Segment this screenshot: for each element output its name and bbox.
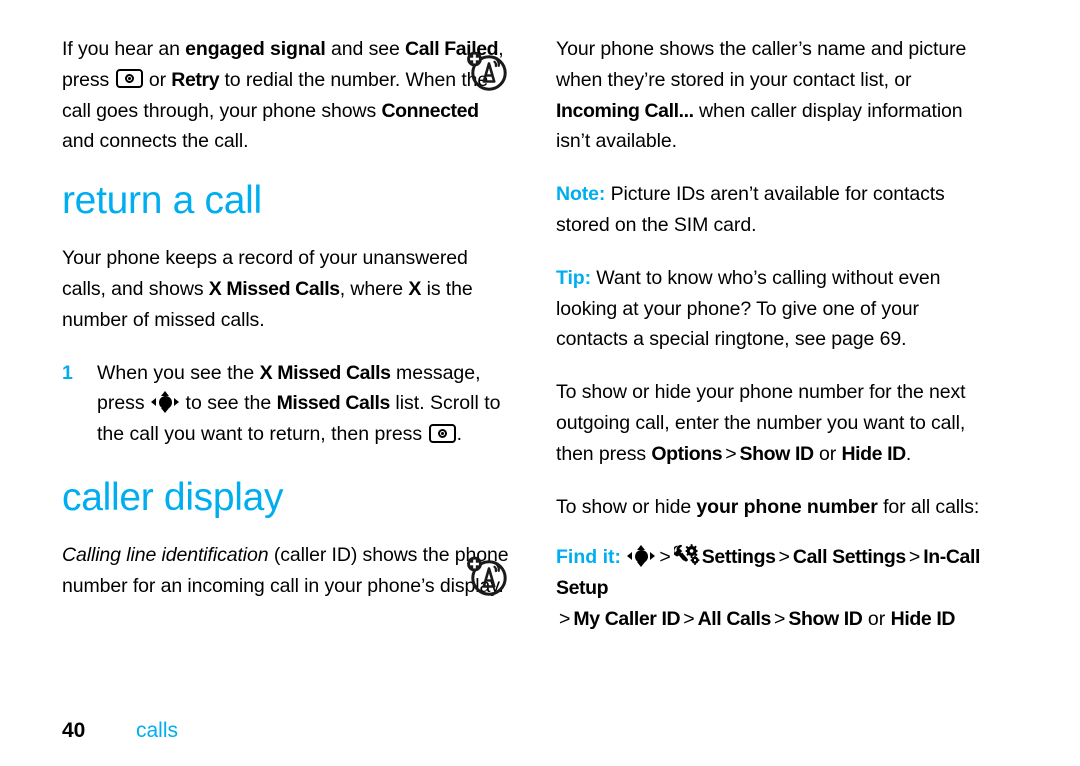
text-run: If you hear an	[62, 38, 186, 60]
right-column: Your phone shows the caller’s name and p…	[556, 34, 996, 635]
tip-text: Want to know who’s calling without even …	[556, 266, 941, 351]
network-feature-icon	[463, 553, 509, 599]
paragraph-note: Note: Picture IDs aren’t available for c…	[556, 179, 996, 241]
text-run: or	[143, 68, 172, 91]
menu-separator: >	[725, 442, 737, 465]
settings-wrench-gear-icon	[673, 544, 700, 566]
text-run: and connects the call.	[62, 130, 249, 153]
heading-return-a-call: return a call	[62, 179, 262, 223]
arrow-right-icon	[650, 552, 656, 561]
navigation-key-icon	[151, 391, 180, 414]
nav-center-dot	[634, 549, 648, 563]
menu-separator: >	[908, 546, 921, 569]
text-run: and see	[325, 38, 406, 60]
navigation-key-icon	[627, 545, 656, 568]
step-text: When you see the X Missed Calls message,…	[97, 358, 514, 450]
paragraph-missed-calls-record: Your phone keeps a record of your unansw…	[62, 243, 514, 335]
text-run: or	[862, 607, 891, 630]
page-footer: 40 calls	[62, 718, 178, 744]
network-feature-icon	[463, 48, 509, 94]
ui-string-retry: Retry	[171, 68, 220, 91]
menu-separator: >	[778, 546, 790, 569]
find-it-label: Find it:	[556, 546, 621, 569]
step-number: 1	[62, 361, 73, 384]
ui-string-options: Options	[651, 442, 723, 465]
text-italic-calling-line-identification: Calling line identification	[62, 543, 269, 566]
text-bold-your-phone-number: your phone number	[696, 495, 878, 518]
ui-string-incoming-call: Incoming Call...	[556, 99, 694, 122]
ui-string-show-id: Show ID	[739, 442, 815, 465]
menu-item-settings: Settings	[701, 546, 776, 569]
heading-caller-display: caller display	[62, 475, 284, 519]
note-label: Note:	[556, 183, 606, 206]
manual-page: If you hear an engaged signal and see Ca…	[0, 0, 1080, 766]
paragraph-calling-line-identification: Calling line identification (caller ID) …	[62, 540, 514, 602]
menu-item-my-caller-id: My Caller ID	[573, 607, 681, 630]
text-run: or	[813, 442, 842, 465]
menu-separator: >	[773, 607, 786, 630]
footer-section-label: calls	[136, 719, 179, 742]
menu-item-all-calls: All Calls	[697, 607, 772, 630]
arrow-down-icon	[637, 562, 646, 568]
text-bold-x: X	[408, 277, 422, 300]
ui-string-x-missed-calls: X Missed Calls	[208, 277, 340, 300]
ui-string-hide-id: Hide ID	[841, 442, 906, 465]
page-number: 40	[62, 719, 86, 742]
text-run: , where	[339, 277, 409, 300]
text-run: to see the	[180, 392, 277, 415]
paragraph-show-hide-all-calls: To show or hide your phone number for al…	[556, 492, 996, 523]
select-key-icon	[115, 69, 143, 89]
text-run: .	[456, 423, 463, 446]
left-column: If you hear an engaged signal and see Ca…	[62, 34, 514, 624]
select-key-icon	[428, 423, 456, 443]
text-run: Your phone shows the caller’s name and p…	[556, 38, 967, 91]
menu-separator: >	[659, 546, 671, 569]
arrow-left-icon	[151, 398, 157, 407]
text-run: .	[905, 442, 912, 465]
ui-string-connected: Connected	[381, 99, 479, 122]
menu-item-show-id: Show ID	[788, 607, 863, 630]
menu-item-hide-id: Hide ID	[890, 607, 956, 630]
menu-separator: >	[559, 607, 571, 630]
paragraph-show-hide-next-call: To show or hide your phone number for th…	[556, 377, 996, 469]
arrow-down-icon	[161, 408, 170, 414]
ui-string-missed-calls: Missed Calls	[276, 392, 391, 415]
nav-center-dot	[158, 395, 172, 409]
arrow-right-icon	[174, 398, 180, 407]
text-run: To show or hide	[556, 495, 697, 518]
paragraph-caller-name-picture: Your phone shows the caller’s name and p…	[556, 34, 996, 157]
ui-string-x-missed-calls: X Missed Calls	[259, 361, 391, 384]
find-it-second-line: > My Caller ID > All Calls > Show ID or Hide …	[556, 604, 996, 635]
numbered-step-1: 1 When you see the X Missed Calls messag…	[62, 358, 514, 450]
note-text: Picture IDs aren’t available for contact…	[556, 183, 945, 236]
find-it-path: Find it: > Settings > Call Settings > In-Call…	[556, 542, 996, 634]
paragraph-engaged-signal: If you hear an engaged signal and see Ca…	[62, 34, 514, 157]
paragraph-tip: Tip: Want to know who’s calling without …	[556, 263, 996, 355]
menu-separator: >	[683, 607, 695, 630]
text-run: for all calls:	[877, 495, 980, 518]
text-run: When you see the	[97, 361, 260, 384]
menu-item-call-settings: Call Settings	[792, 546, 906, 569]
tip-label: Tip:	[556, 266, 591, 289]
arrow-left-icon	[627, 552, 633, 561]
text-bold-engaged-signal: engaged signal	[185, 38, 326, 60]
